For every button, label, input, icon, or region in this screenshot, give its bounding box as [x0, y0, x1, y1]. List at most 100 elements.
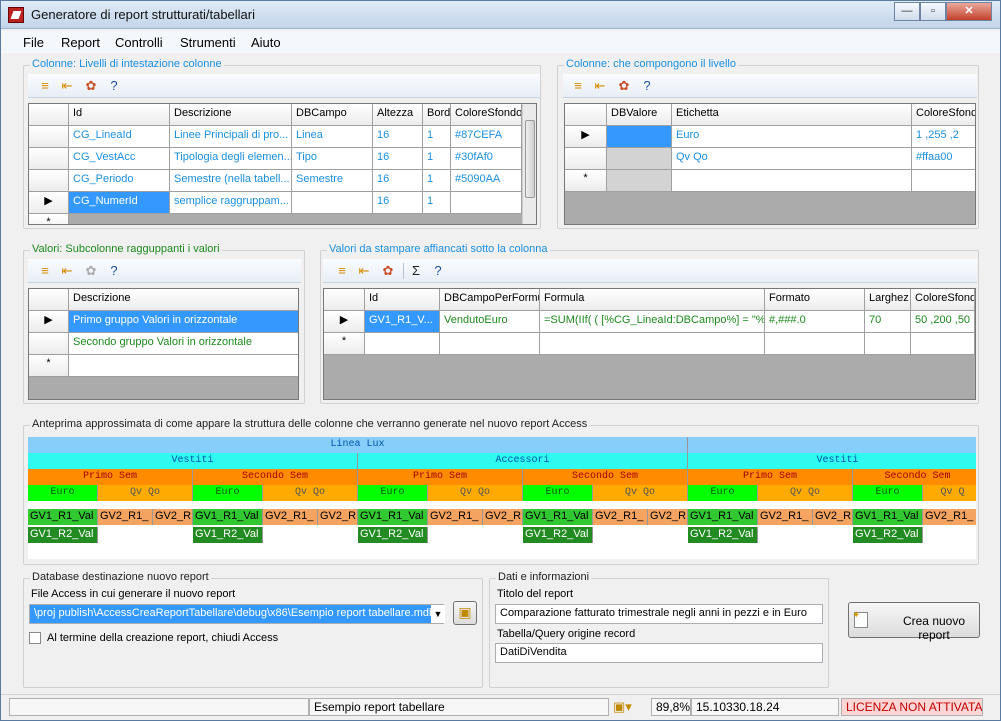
table-cell[interactable]: Linea: [292, 126, 373, 148]
crea-report-button[interactable]: ✦ Crea nuovo report: [848, 602, 980, 642]
table-cell[interactable]: #5090AA: [451, 170, 522, 192]
menu-report[interactable]: Report: [61, 35, 100, 50]
table-cell[interactable]: [607, 148, 672, 170]
table-cell[interactable]: =SUM(IIf( ( [%CG_LineaId:DBCampo%] = "%.…: [540, 311, 765, 333]
database-path-combo[interactable]: \proj publish\AccessCreaReportTabellare\…: [29, 604, 444, 624]
column-header[interactable]: Bord: [423, 104, 451, 126]
column-header[interactable]: Id: [365, 289, 440, 311]
help-icon[interactable]: ?: [105, 77, 123, 95]
scroll-thumb[interactable]: [525, 120, 535, 198]
table-cell[interactable]: #87CEFA: [451, 126, 522, 148]
close-button[interactable]: ✕: [946, 2, 992, 21]
column-header[interactable]: Descrizione: [69, 289, 298, 311]
table-cell[interactable]: Tipologia degli elemen...: [170, 148, 292, 170]
table-cell[interactable]: #30fAf0: [451, 148, 522, 170]
anteprima-group-label: Anteprima approssimata di come appare la…: [30, 418, 590, 430]
folder-icon[interactable]: ▣▾: [613, 699, 632, 715]
table-cell[interactable]: #ffaa00: [912, 148, 975, 170]
add-row-icon[interactable]: ≡: [333, 262, 351, 280]
column-header[interactable]: Id: [69, 104, 170, 126]
column-header[interactable]: DBCampoPerFormu: [440, 289, 540, 311]
sum-icon[interactable]: Σ: [407, 262, 425, 280]
column-header[interactable]: Larghez: [865, 289, 911, 311]
table-cell[interactable]: 16: [373, 126, 423, 148]
titolo-input[interactable]: Comparazione fatturato trimestrale negli…: [495, 604, 823, 624]
table-cell[interactable]: 50 ,200 ,50: [911, 311, 975, 333]
menu-aiuto[interactable]: Aiuto: [251, 35, 281, 50]
table-cell[interactable]: Euro: [672, 126, 912, 148]
column-header[interactable]: Formato: [765, 289, 865, 311]
preview-value-cell: GV1_R2_Val: [523, 527, 593, 543]
table-cell[interactable]: Semestre (nella tabell...: [170, 170, 292, 192]
column-header[interactable]: Altezza: [373, 104, 423, 126]
table-cell[interactable]: Secondo gruppo Valori in orizzontale: [69, 333, 298, 355]
table-cell[interactable]: 16: [373, 148, 423, 170]
minimize-button[interactable]: —: [894, 2, 920, 21]
close-access-checkbox[interactable]: [29, 632, 41, 644]
color-palette-icon[interactable]: ✿: [82, 77, 100, 95]
table-cell[interactable]: Semestre: [292, 170, 373, 192]
remove-row-icon[interactable]: ⇤: [355, 262, 373, 280]
column-header[interactable]: ColoreSfondo: [911, 289, 975, 311]
column-header[interactable]: Etichetta: [672, 104, 912, 126]
table-cell[interactable]: VendutoEuro: [440, 311, 540, 333]
table-cell[interactable]: 16: [373, 170, 423, 192]
column-header[interactable]: ColoreSfondo: [912, 104, 975, 126]
color-palette-icon[interactable]: ✿: [615, 77, 633, 95]
column-header[interactable]: Descrizione: [170, 104, 292, 126]
table-cell[interactable]: Linee Principali di pro...: [170, 126, 292, 148]
table-cell[interactable]: [292, 192, 373, 214]
table-cell[interactable]: CG_NumerId: [69, 192, 170, 214]
vertical-scrollbar[interactable]: [522, 104, 536, 224]
column-header[interactable]: Formula: [540, 289, 765, 311]
table-cell[interactable]: Qv Qo: [672, 148, 912, 170]
browse-folder-button[interactable]: ▣: [453, 601, 477, 625]
help-icon[interactable]: ?: [638, 77, 656, 95]
preview-value-cell: GV2_R1_: [428, 509, 483, 525]
menu-controlli[interactable]: Controlli: [115, 35, 163, 50]
column-header[interactable]: DBValore: [607, 104, 672, 126]
table-cell[interactable]: 1: [423, 148, 451, 170]
table-cell[interactable]: #,###.0: [765, 311, 865, 333]
table-cell[interactable]: CG_Periodo: [69, 170, 170, 192]
menu-file[interactable]: File: [23, 35, 44, 50]
table-cell[interactable]: 1: [423, 192, 451, 214]
preview-value-cell: GV2_R: [648, 509, 688, 525]
table-cell[interactable]: [451, 192, 522, 214]
maximize-button[interactable]: ▫: [920, 2, 946, 21]
color-palette-icon[interactable]: ✿: [82, 262, 100, 280]
help-icon[interactable]: ?: [105, 262, 123, 280]
table-cell[interactable]: CG_LineaId: [69, 126, 170, 148]
preview-value-cell: GV2_R1_: [98, 509, 153, 525]
table-cell[interactable]: GV1_R1_V...: [365, 311, 440, 333]
remove-row-icon[interactable]: ⇤: [58, 262, 76, 280]
table-cell[interactable]: 1 ,255 ,2: [912, 126, 975, 148]
remove-row-icon[interactable]: ⇤: [591, 77, 609, 95]
table-cell[interactable]: 1: [423, 126, 451, 148]
table-cell[interactable]: 70: [865, 311, 911, 333]
add-row-icon[interactable]: ≡: [569, 77, 587, 95]
column-header[interactable]: ColoreSfondo: [451, 104, 522, 126]
color-palette-icon[interactable]: ✿: [379, 262, 397, 280]
chevron-down-icon[interactable]: ▼: [431, 605, 445, 623]
table-cell[interactable]: 16: [373, 192, 423, 214]
preview-sem-cell: Secondo Sem: [193, 469, 358, 485]
table-cell[interactable]: Primo gruppo Valori in orizzontale: [69, 311, 298, 333]
preview-value-cell: GV2_R: [813, 509, 853, 525]
colonne-toolbar: ≡ ⇤ ✿ ?: [28, 74, 540, 98]
add-row-icon[interactable]: ≡: [36, 77, 54, 95]
remove-row-icon[interactable]: ⇤: [58, 77, 76, 95]
table-cell[interactable]: Tipo: [292, 148, 373, 170]
table-cell[interactable]: CG_VestAcc: [69, 148, 170, 170]
preview-value-cell: GV1_R1_Val: [28, 509, 98, 525]
table-cell[interactable]: semplice raggruppam...: [170, 192, 292, 214]
tabella-input[interactable]: DatiDiVendita: [495, 643, 823, 663]
add-row-icon[interactable]: ≡: [36, 262, 54, 280]
database-group-label: Database destinazione nuovo report: [30, 571, 211, 583]
column-header[interactable]: DBCampo: [292, 104, 373, 126]
menu-strumenti[interactable]: Strumenti: [180, 35, 236, 50]
table-cell[interactable]: [607, 126, 672, 148]
table-cell[interactable]: 1: [423, 170, 451, 192]
help-icon[interactable]: ?: [429, 262, 447, 280]
status-empty-panel: [9, 698, 309, 716]
